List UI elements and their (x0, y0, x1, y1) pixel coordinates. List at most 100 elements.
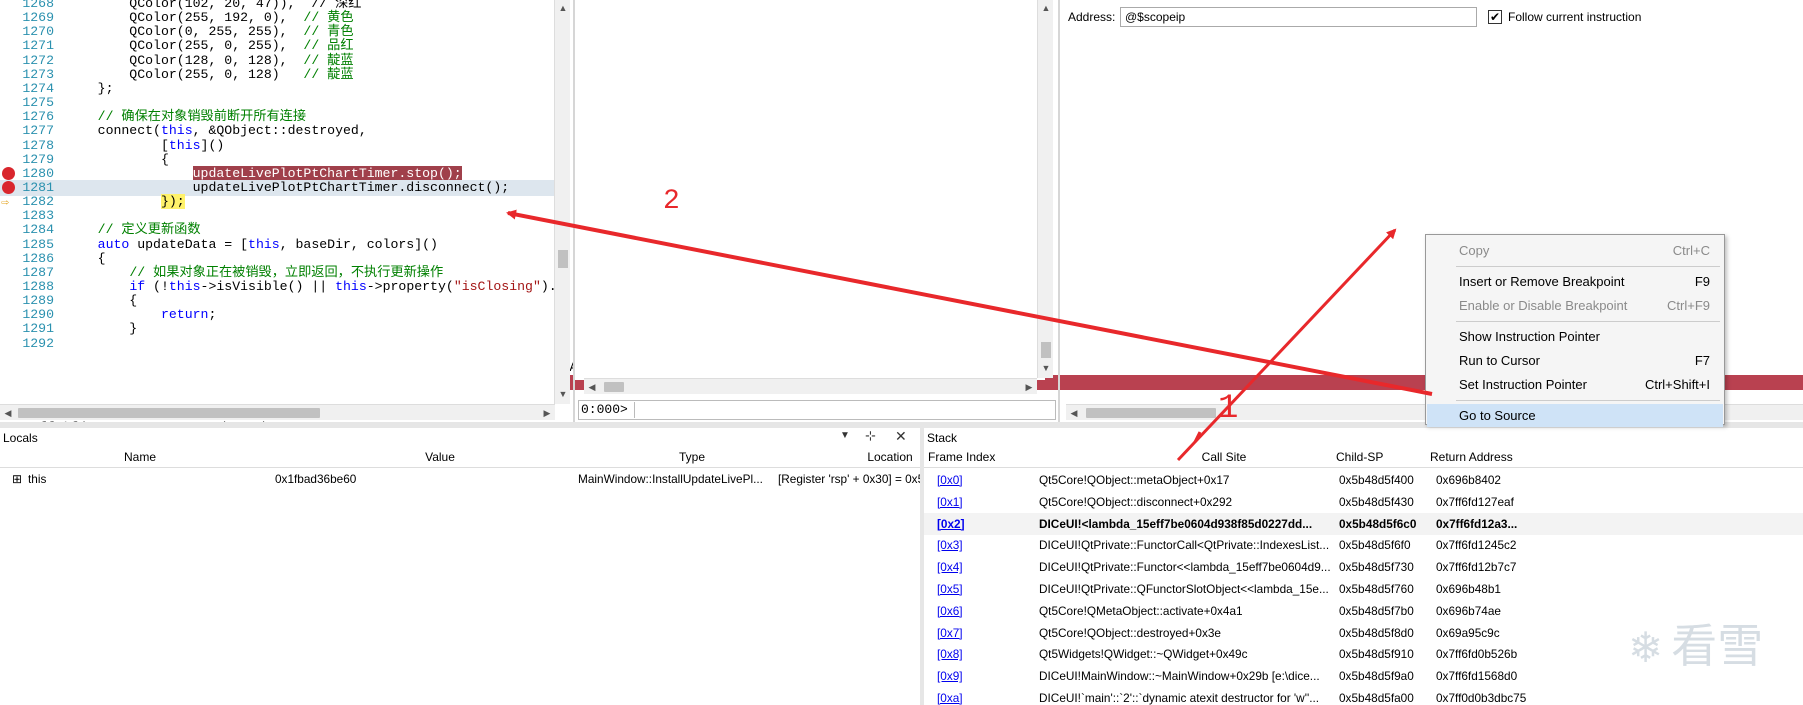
command-input[interactable] (634, 402, 1034, 418)
scroll-left-icon[interactable]: ◀ (0, 405, 16, 421)
scroll-left-icon[interactable]: ◀ (1066, 405, 1082, 421)
code-token: connect( (66, 123, 161, 139)
stack-row[interactable]: [0x2] DICeUI!<lambda_15eff7be0604d938f85d… (924, 512, 1803, 535)
local-name: this (28, 472, 47, 486)
source-hscroll[interactable]: ◀ ▶ (0, 404, 555, 420)
command-input-bar: 0:000> (578, 400, 1056, 420)
menu-item-label: Set Instruction Pointer (1459, 377, 1587, 392)
splitter[interactable] (1058, 0, 1060, 425)
child-sp: 0x5b48d5f9a0 (1339, 669, 1414, 684)
pin-icon[interactable]: ⊹ (865, 428, 876, 444)
scroll-thumb[interactable] (604, 382, 624, 392)
scroll-thumb[interactable] (1041, 342, 1051, 358)
frame-index-link[interactable]: [0x7] (937, 622, 963, 644)
frame-index-link[interactable]: [0x6] (937, 600, 963, 622)
menu-item-show-instruction-pointer[interactable]: Show Instruction Pointer (1427, 325, 1723, 348)
source-line[interactable]: 1292 (0, 336, 555, 352)
stack-row[interactable]: [0x0] Qt5Core!QObject::metaObject+0x17 0x5… (924, 469, 1803, 491)
scroll-right-icon[interactable]: ▶ (1021, 379, 1037, 395)
menu-item-run-to-cursor[interactable]: Run to Cursor F7 (1427, 349, 1723, 372)
code-token: } (66, 321, 138, 337)
return-address: 0x7ff6fd0b526b (1436, 647, 1518, 662)
menu-item-insert-or-remove-breakpoint[interactable]: Insert or Remove Breakpoint F9 (1427, 270, 1723, 293)
frame-index-link[interactable]: [0x2] (937, 513, 965, 535)
source-vscroll[interactable]: ▲ ▼ (554, 0, 570, 404)
stack-column-header[interactable]: Call Site (1124, 448, 1324, 467)
return-address: 0x696b8402 (1436, 473, 1501, 487)
splitter[interactable] (573, 0, 575, 425)
menu-item-shortcut: Ctrl+C (1672, 243, 1710, 258)
code-token: [ (66, 137, 169, 153)
call-site: Qt5Widgets!QWidget::~QWidget+0x49c (1039, 647, 1248, 662)
address-input[interactable]: @$scopeip (1120, 7, 1477, 27)
child-sp: 0x5b48d5f6c0 (1339, 516, 1417, 531)
frame-index-link[interactable]: [0x5] (937, 578, 963, 600)
child-sp: 0x5b48d5f400 (1339, 473, 1414, 487)
menu-item-shortcut: Ctrl+Shift+I (1644, 377, 1710, 392)
scroll-up-icon[interactable]: ▲ (555, 0, 571, 16)
stack-row[interactable]: [0x1] Qt5Core!QObject::disconnect+0x292 0x… (924, 491, 1803, 513)
frame-index-link[interactable]: [0x9] (937, 665, 963, 687)
line-number: 1292 (22, 335, 54, 351)
locals-window: Locals ▼ ⊹ ✕ Name Value Type Location ⊞ this… (0, 428, 920, 705)
command-window[interactable] (575, 0, 1045, 380)
stack-row[interactable]: [0x5] DICeUI!QtPrivate::QFunctorSlotObjec… (924, 578, 1803, 600)
code-token: this (335, 279, 367, 294)
command-hscroll[interactable]: ◀ ▶ (584, 378, 1037, 394)
scroll-up-icon[interactable]: ▲ (1038, 0, 1054, 16)
menu-item-label: Insert or Remove Breakpoint (1459, 274, 1625, 289)
locals-column-header[interactable]: Location (830, 448, 920, 467)
code-token: ; (208, 307, 217, 323)
code-token: return (160, 307, 209, 323)
stack-column-header[interactable]: Child-SP (1336, 448, 1383, 467)
menu-item-label: Copy (1459, 243, 1490, 258)
menu-item-shortcut: F9 (1694, 274, 1710, 289)
menu-item-go-to-source[interactable]: Go to Source (1427, 404, 1723, 427)
command-vscroll[interactable]: ▲ ▼ (1037, 0, 1053, 378)
frame-index-link[interactable]: [0xa] (937, 687, 963, 705)
context-menu: Copy Ctrl+C Insert or Remove Breakpoint F9 E… (1425, 234, 1725, 427)
frame-index-link[interactable]: [0x1] (937, 491, 963, 513)
child-sp: 0x5b48d5fa00 (1339, 691, 1414, 705)
code-token: , baseDir, colors]() (279, 236, 438, 252)
stack-row[interactable]: [0xa] DICeUI!`main'::`2'::`dynamic atexit… (924, 687, 1803, 705)
close-icon[interactable]: ✕ (895, 428, 907, 445)
expand-icon[interactable]: ⊞ (12, 468, 22, 490)
follow-label: Follow current instruction (1508, 10, 1642, 24)
locals-column-header[interactable]: Name (80, 448, 200, 467)
locals-column-header[interactable]: Value (380, 448, 500, 467)
scroll-down-icon[interactable]: ▼ (555, 386, 571, 402)
stack-row[interactable]: [0x3] DICeUI!QtPrivate::FunctorCall<QtPri… (924, 534, 1803, 556)
frame-index-link[interactable]: [0x0] (937, 469, 963, 491)
command-prompt: 0:000> (581, 402, 628, 417)
scroll-thumb[interactable] (1086, 408, 1216, 418)
menu-item-set-instruction-pointer[interactable]: Set Instruction Pointer Ctrl+Shift+I (1427, 373, 1723, 396)
scroll-thumb[interactable] (18, 408, 320, 418)
menu-item-copy: Copy Ctrl+C (1427, 239, 1723, 262)
return-address: 0x7ff6fd127eaf (1436, 494, 1514, 509)
stack-column-header[interactable]: Frame Index (928, 448, 995, 467)
return-address: 0x7ff0d0b3dbc75 (1436, 691, 1527, 705)
frame-index-link[interactable]: [0x3] (937, 534, 963, 556)
dropdown-icon[interactable]: ▼ (840, 430, 850, 441)
scroll-left-icon[interactable]: ◀ (584, 379, 600, 395)
stack-row[interactable]: [0x4] DICeUI!QtPrivate::Functor<<lambda_1… (924, 556, 1803, 578)
menu-separator (1456, 266, 1720, 267)
locals-row[interactable]: ⊞ this 0x1fbad36be60 MainWindow::InstallUpd… (0, 468, 920, 490)
menu-item-shortcut: Ctrl+F9 (1667, 298, 1710, 313)
frame-index-link[interactable]: [0x8] (937, 643, 963, 665)
locals-column-header[interactable]: Type (632, 448, 752, 467)
frame-index-link[interactable]: [0x4] (937, 556, 963, 578)
call-site: DICeUI!QtPrivate::Functor<<lambda_15eff7… (1039, 560, 1331, 575)
code-token: updateData = [ (129, 236, 249, 252)
source-editor[interactable]: 1268 QColor(102, 20, 47)), // 深红 1269 QCo… (0, 0, 555, 404)
follow-checkbox[interactable]: ✔ (1488, 10, 1502, 24)
scroll-right-icon[interactable]: ▶ (539, 405, 555, 421)
locals-title: Locals (3, 431, 38, 445)
scroll-thumb[interactable] (558, 250, 568, 268)
scroll-down-icon[interactable]: ▼ (1038, 360, 1054, 376)
stack-column-header[interactable]: Return Address (1430, 448, 1513, 467)
